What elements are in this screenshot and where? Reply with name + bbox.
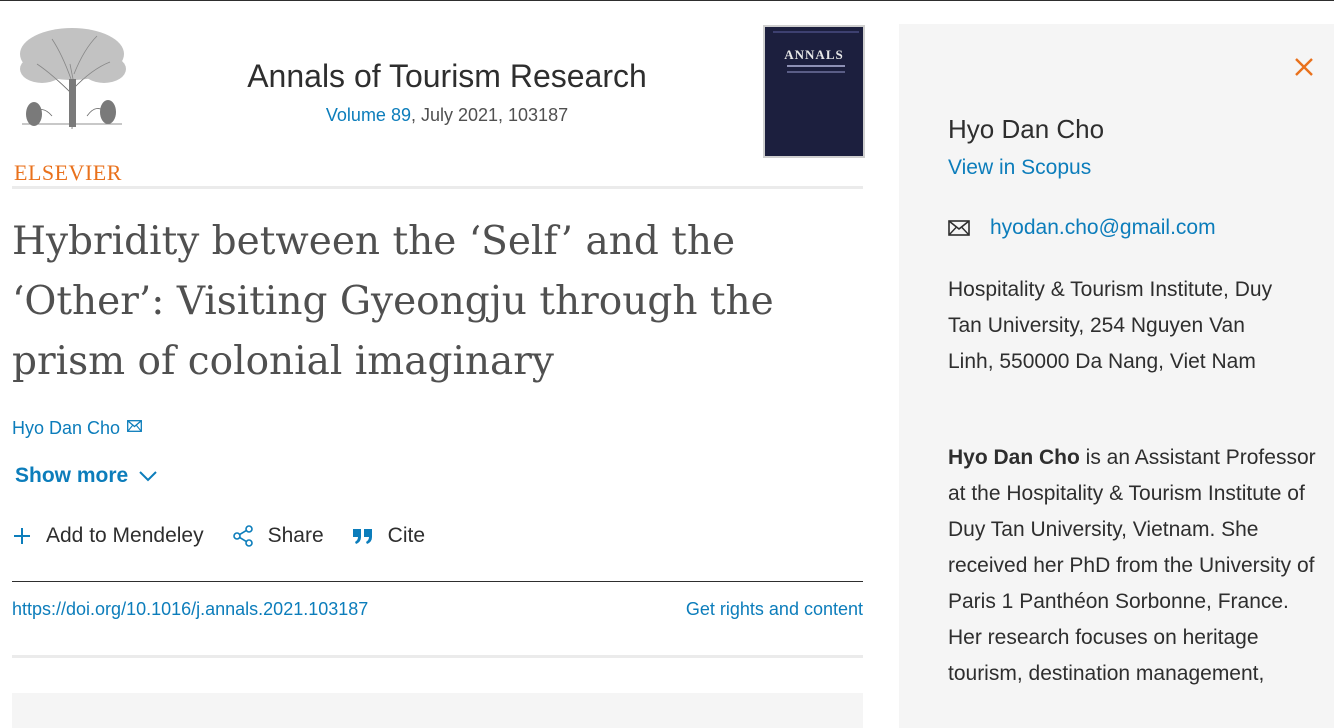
panel-author-name: Hyo Dan Cho (948, 114, 1105, 144)
content-box (12, 693, 863, 728)
bio-author-name: Hyo Dan Cho (948, 446, 1080, 469)
envelope-icon[interactable] (127, 416, 143, 437)
bio-text: is an Assistant Professor at the Hospita… (948, 446, 1316, 685)
mendeley-label: Add to Mendeley (46, 524, 204, 547)
journal-meta: Volume 89, July 2021, 103187 (162, 105, 732, 126)
journal-cover[interactable]: ANNALS (763, 25, 865, 158)
author-bio: Hyo Dan Cho is an Assistant Professor at… (948, 440, 1318, 692)
cover-title: ANNALS (784, 47, 844, 62)
article-title: Hybridity between the ‘Self’ and the ‘Ot… (12, 219, 774, 384)
plus-icon (14, 528, 30, 544)
rights-link[interactable]: Get rights and content (686, 599, 863, 620)
cover-subtitle-line-2 (787, 71, 845, 73)
author-panel: Hyo Dan Cho View in Scopus hyodan.cho@gm… (899, 24, 1334, 728)
cite-button[interactable]: Cite (352, 524, 425, 548)
cover-header-line (773, 31, 859, 33)
show-more-label: Show more (15, 464, 129, 487)
issue-info: , July 2021, 103187 (410, 105, 569, 125)
tree-logo-icon (20, 28, 126, 130)
doi-link[interactable]: https://doi.org/10.1016/j.annals.2021.10… (12, 599, 368, 620)
author-line: Hyo Dan Cho (12, 416, 143, 439)
chevron-down-icon (139, 471, 157, 482)
share-button[interactable]: Share (232, 524, 324, 548)
author-link[interactable]: Hyo Dan Cho (12, 418, 120, 438)
envelope-icon (948, 220, 970, 236)
journal-info: Annals of Tourism Research Volume 89, Ju… (162, 58, 732, 126)
close-icon (1295, 58, 1313, 76)
cover-subtitle-line (787, 65, 845, 67)
share-icon (232, 525, 253, 547)
email-row: hyodan.cho@gmail.com (948, 216, 1216, 240)
email-link[interactable]: hyodan.cho@gmail.com (990, 216, 1216, 240)
show-more-button[interactable]: Show more (15, 464, 158, 488)
volume-link[interactable]: Volume 89 (326, 105, 411, 125)
affiliation-text: Hospitality & Tourism Institute, Duy Tan… (948, 278, 1273, 373)
share-label: Share (267, 524, 324, 547)
journal-title-link[interactable]: Annals of Tourism Research (162, 58, 732, 95)
article-header: ELSEVIER Annals of Tourism Research Volu… (12, 0, 865, 728)
quote-icon (352, 529, 372, 544)
elsevier-logo[interactable]: ELSEVIER (12, 24, 132, 185)
view-in-scopus-link[interactable]: View in Scopus (948, 156, 1091, 180)
cite-label: Cite (387, 524, 426, 547)
elsevier-wordmark: ELSEVIER (14, 160, 122, 185)
header-divider (12, 186, 863, 189)
close-button[interactable] (1293, 56, 1315, 83)
actions-divider (12, 581, 863, 582)
article-actions: Add to Mendeley Share Cite (12, 524, 453, 548)
add-to-mendeley-button[interactable]: Add to Mendeley (12, 524, 204, 548)
doi-divider (12, 655, 863, 658)
